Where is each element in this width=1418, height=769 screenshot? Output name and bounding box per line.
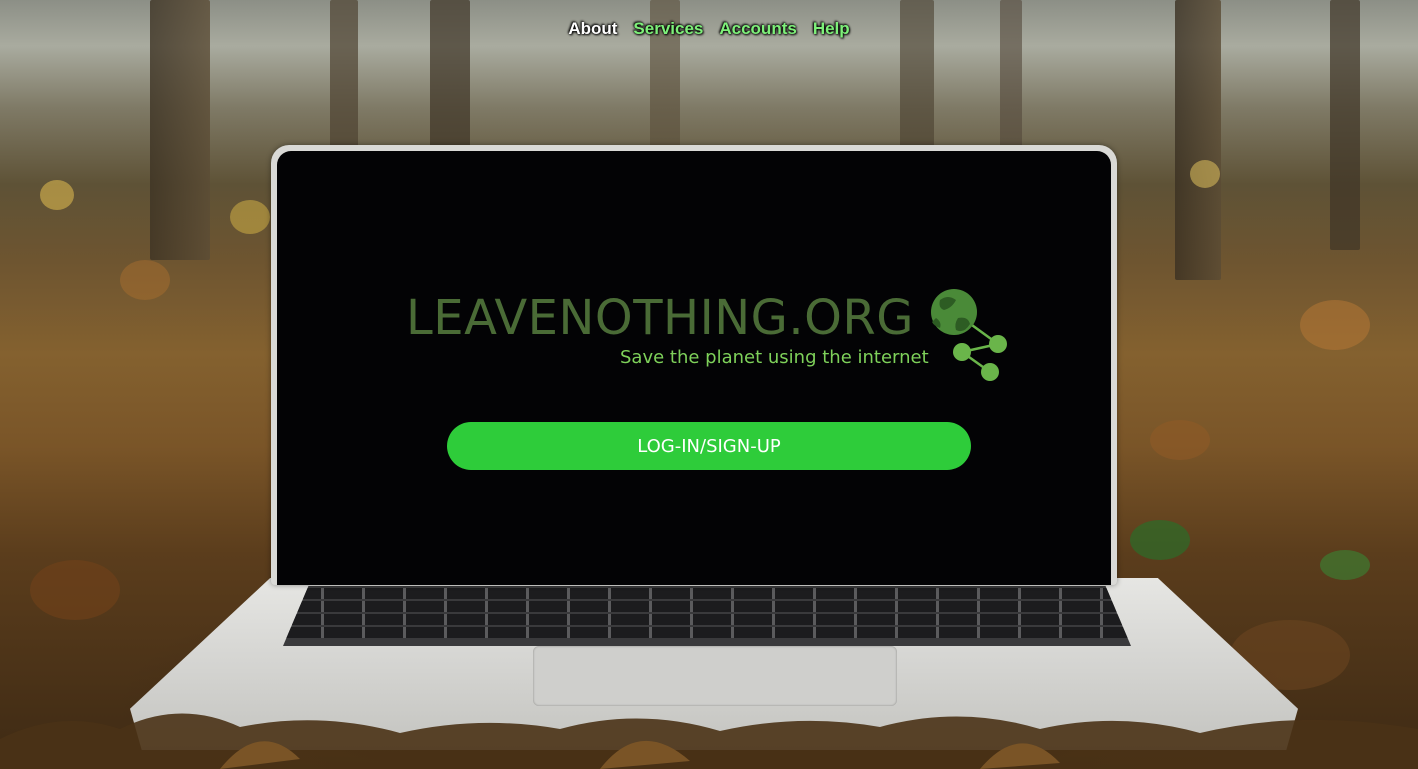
nav-services[interactable]: Services <box>633 19 703 39</box>
globe-network-icon <box>931 289 1007 381</box>
top-nav: About Services Accounts Help <box>0 19 1418 39</box>
nav-about[interactable]: About <box>568 19 617 39</box>
nav-accounts[interactable]: Accounts <box>719 19 796 39</box>
login-signup-button[interactable]: LOG-IN/SIGN-UP <box>447 422 971 470</box>
logo-wordmark: LEAVENOTHING.ORG <box>406 290 914 346</box>
foreground-leaves <box>0 713 1418 769</box>
logo-tagline: Save the planet using the internet <box>620 347 929 368</box>
nav-help[interactable]: Help <box>813 19 850 39</box>
laptop-keyboard <box>283 586 1131 646</box>
laptop-trackpad <box>533 646 897 706</box>
